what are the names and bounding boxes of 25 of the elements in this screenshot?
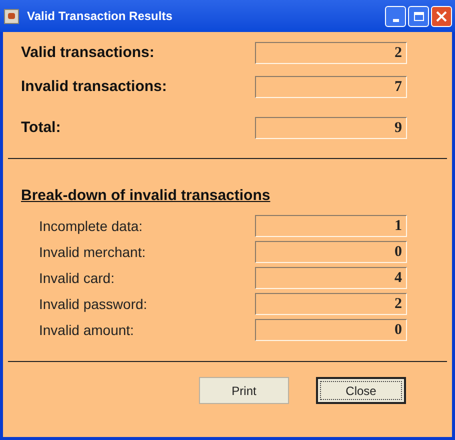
dialog-button[interactable]: Close [316, 377, 406, 404]
summary-label: Total: [21, 118, 61, 138]
value-field: 2 [255, 293, 407, 315]
value-field: 9 [255, 117, 407, 140]
window-title: Valid Transaction Results [27, 8, 174, 25]
breakdown-label: Invalid amount: [39, 320, 134, 340]
maximize-button[interactable] [408, 6, 429, 26]
value-field: 2 [255, 42, 407, 64]
dialog-button[interactable]: Print [199, 377, 289, 404]
section-heading: Break-down of invalid transactions [21, 186, 272, 206]
value-field: 1 [255, 215, 407, 237]
close-button[interactable] [431, 6, 452, 26]
close-icon [436, 10, 447, 22]
value-field: 7 [255, 76, 407, 98]
summary-label: Valid transactions: [21, 43, 154, 63]
value-field: 0 [255, 241, 407, 263]
value-field: 0 [255, 319, 407, 341]
app-icon [4, 8, 19, 24]
summary-label: Invalid transactions: [21, 76, 167, 96]
minimize-button[interactable] [385, 6, 406, 26]
value-field: 4 [255, 267, 407, 289]
breakdown-label: Invalid card: [39, 268, 114, 288]
breakdown-label: Invalid password: [39, 294, 148, 314]
breakdown-label: Invalid merchant: [39, 242, 146, 262]
breakdown-label: Incomplete data: [39, 216, 143, 236]
